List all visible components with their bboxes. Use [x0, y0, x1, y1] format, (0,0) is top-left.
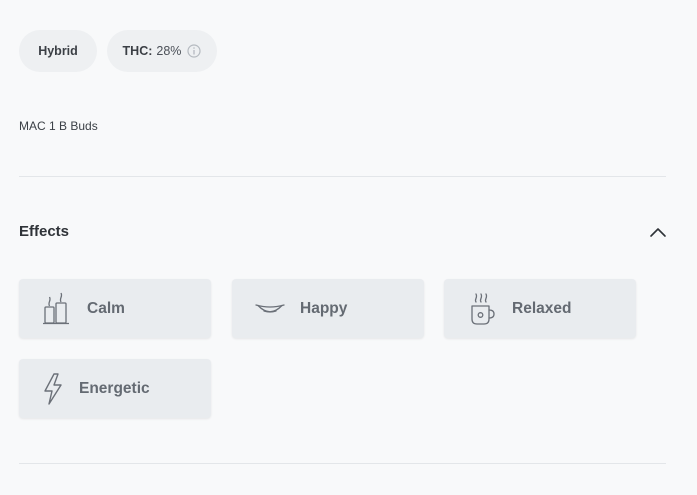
info-icon[interactable] [187, 44, 202, 58]
lightning-icon [37, 372, 69, 406]
thc-label: THC: [122, 44, 153, 58]
divider [19, 176, 666, 177]
effects-section-title: Effects [19, 223, 70, 240]
thc-pill: THC: 28% [107, 30, 217, 72]
hot-cup-icon [466, 292, 498, 326]
effect-label: Energetic [79, 379, 150, 397]
effect-label: Relaxed [512, 299, 572, 317]
divider [19, 463, 666, 464]
chevron-up-icon[interactable] [649, 225, 667, 239]
effect-energetic[interactable]: Energetic [19, 359, 211, 418]
thc-value: 28% [156, 44, 182, 58]
strain-type-label: Hybrid [38, 44, 78, 58]
effect-label: Happy [300, 299, 348, 317]
candles-icon [41, 292, 73, 326]
smile-icon [254, 292, 286, 326]
strain-type-pill: Hybrid [19, 30, 97, 72]
effect-happy[interactable]: Happy [232, 279, 424, 338]
effect-label: Calm [87, 299, 125, 317]
effect-calm[interactable]: Calm [19, 279, 211, 338]
effect-relaxed[interactable]: Relaxed [444, 279, 636, 338]
product-description: MAC 1 B Buds [19, 119, 98, 133]
